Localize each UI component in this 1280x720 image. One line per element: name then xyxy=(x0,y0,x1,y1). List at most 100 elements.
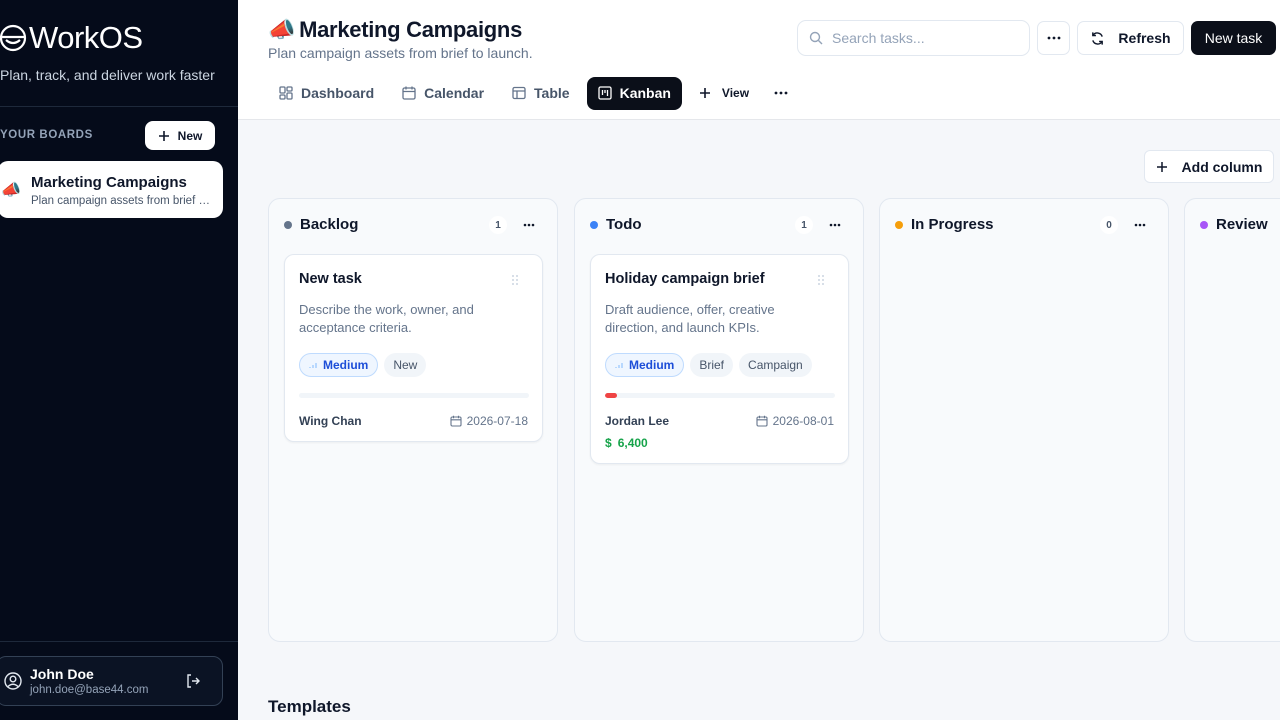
plus-icon xyxy=(699,88,710,98)
dashboard-icon xyxy=(279,86,293,100)
calendar-icon xyxy=(402,86,416,100)
progress-fill xyxy=(605,393,617,398)
budget-amount: 6,400 xyxy=(617,436,648,450)
logout-icon[interactable] xyxy=(185,673,201,689)
task-description: Describe the work, owner, and acceptance… xyxy=(299,302,474,335)
task-assignee: Wing Chan xyxy=(299,414,362,428)
page-title: 📣 Marketing Campaigns xyxy=(268,17,522,43)
column-color-dot xyxy=(284,220,292,229)
more-horizontal-icon xyxy=(774,91,788,95)
table-icon xyxy=(512,86,526,100)
board-title: Marketing Campaigns xyxy=(31,174,187,191)
task-card[interactable]: Holiday campaign brief Draft audience, o… xyxy=(590,254,849,464)
task-due-date: 2026-07-18 xyxy=(450,414,528,428)
column-header: Review xyxy=(1200,216,1268,233)
tab-dashboard[interactable]: Dashboard xyxy=(268,77,385,110)
megaphone-icon: 📣 xyxy=(1,182,21,199)
plus-icon xyxy=(158,130,169,141)
more-horizontal-icon xyxy=(523,223,535,227)
tab-label: Dashboard xyxy=(301,85,375,101)
refresh-button[interactable]: Refresh xyxy=(1077,21,1184,55)
task-assignee: Jordan Lee xyxy=(605,414,670,428)
more-options-button[interactable] xyxy=(1037,21,1070,55)
task-card[interactable]: New task Describe the work, owner, and a… xyxy=(284,254,543,442)
column-menu-button[interactable] xyxy=(519,216,539,234)
more-views-button[interactable] xyxy=(766,77,796,110)
column-menu-button[interactable] xyxy=(825,216,845,234)
add-column-button[interactable]: Add column xyxy=(1144,150,1274,183)
divider xyxy=(0,106,238,107)
dollar-icon: $ xyxy=(605,436,612,450)
refresh-label: Refresh xyxy=(1118,30,1171,46)
priority-label: Medium xyxy=(323,358,369,372)
search-input[interactable] xyxy=(832,30,1012,46)
due-date-text: 2026-07-18 xyxy=(466,414,528,428)
page-title-text: Marketing Campaigns xyxy=(299,17,522,42)
priority-label: Medium xyxy=(629,358,675,372)
sidebar-item-marketing-campaigns[interactable]: 📣 Marketing Campaigns Plan campaign asse… xyxy=(0,161,223,218)
more-horizontal-icon xyxy=(1134,223,1146,227)
tab-table[interactable]: Table xyxy=(501,77,581,110)
add-view-label: View xyxy=(721,86,750,100)
plus-icon xyxy=(1156,161,1167,172)
page-subtitle: Plan campaign assets from brief to launc… xyxy=(268,45,533,61)
due-date-text: 2026-08-01 xyxy=(772,414,834,428)
sidebar: WorkOS Plan, track, and deliver work fas… xyxy=(0,0,238,720)
kanban-icon xyxy=(597,86,612,100)
logo-icon xyxy=(0,24,27,52)
task-title: Holiday campaign brief xyxy=(605,271,765,287)
task-title: New task xyxy=(299,271,362,287)
tag-badge: Campaign xyxy=(739,353,812,377)
user-icon xyxy=(4,672,22,690)
tab-calendar[interactable]: Calendar xyxy=(391,77,495,110)
more-horizontal-icon xyxy=(829,223,841,227)
column-color-dot xyxy=(590,220,598,229)
kanban-column-todo: Todo 1 Holiday campaign brief Draft audi… xyxy=(574,198,864,642)
task-budget: $ 6,400 xyxy=(605,436,648,450)
megaphone-icon: 📣 xyxy=(268,17,296,42)
app-logo[interactable]: WorkOS xyxy=(0,20,143,56)
refresh-icon xyxy=(1092,31,1104,45)
user-card: John Doe john.doe@base44.com xyxy=(0,656,223,706)
view-tabs: Dashboard Calendar Table Kanban View xyxy=(268,76,802,110)
column-title: Todo xyxy=(606,216,642,233)
boards-section-label: YOUR BOARDS xyxy=(0,129,93,141)
column-title: Review xyxy=(1216,216,1268,233)
task-progress-bar xyxy=(605,393,835,398)
divider xyxy=(0,641,238,642)
column-header: Backlog xyxy=(284,216,358,233)
add-view-button[interactable]: View xyxy=(688,77,760,110)
calendar-icon xyxy=(756,415,768,427)
user-email: john.doe@base44.com xyxy=(30,684,149,696)
new-board-button[interactable]: New xyxy=(145,121,215,150)
board-subtitle: Plan campaign assets from brief to launc… xyxy=(31,195,213,207)
column-header: Todo xyxy=(590,216,642,233)
more-horizontal-icon xyxy=(1047,36,1060,40)
board-header: 📣 Marketing Campaigns Plan campaign asse… xyxy=(238,0,1280,120)
column-title: Backlog xyxy=(300,216,359,233)
drag-handle-icon[interactable] xyxy=(511,274,519,286)
task-description: Draft audience, offer, creative directio… xyxy=(605,302,775,335)
priority-badge: Medium xyxy=(605,353,685,377)
new-task-button[interactable]: New task xyxy=(1191,21,1276,55)
templates-heading: Templates xyxy=(268,697,351,716)
column-header: In Progress xyxy=(895,216,994,233)
signal-icon xyxy=(615,363,623,368)
priority-badge: Medium xyxy=(299,353,379,377)
column-color-dot xyxy=(1200,220,1208,229)
column-menu-button[interactable] xyxy=(1130,216,1150,234)
kanban-column-in-progress: In Progress 0 xyxy=(879,198,1169,642)
tag-badge: New xyxy=(384,353,427,377)
search-box[interactable] xyxy=(797,20,1030,56)
tab-label: Calendar xyxy=(424,85,485,101)
tab-kanban[interactable]: Kanban xyxy=(586,76,682,110)
tag-badge: Brief xyxy=(690,353,734,377)
app-name: WorkOS xyxy=(29,20,143,55)
kanban-column-backlog: Backlog 1 New task Describe the work, ow… xyxy=(268,198,558,642)
column-count: 0 xyxy=(1100,216,1118,234)
task-due-date: 2026-08-01 xyxy=(756,414,834,428)
add-column-label: Add column xyxy=(1181,158,1263,175)
task-tags: Medium New xyxy=(299,353,427,377)
task-progress-bar xyxy=(299,393,529,398)
drag-handle-icon[interactable] xyxy=(817,274,825,286)
